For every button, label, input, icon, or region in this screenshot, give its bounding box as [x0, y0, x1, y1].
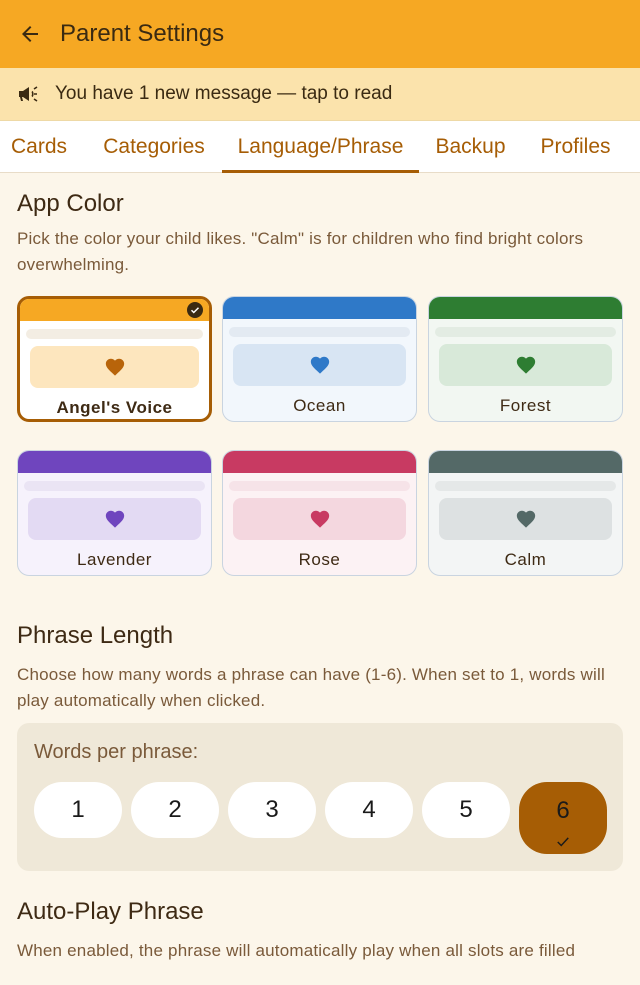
theme-preview-panel	[439, 498, 612, 540]
theme-option-calm[interactable]: Calm	[428, 450, 623, 576]
tab-categories[interactable]: Categories	[93, 121, 215, 173]
word-count-option-6[interactable]: 6	[519, 782, 607, 854]
word-count-option-5[interactable]: 5	[422, 782, 510, 838]
word-count-option-1[interactable]: 1	[34, 782, 122, 838]
new-message-banner[interactable]: You have 1 new message — tap to read	[0, 68, 640, 121]
theme-option-lavender[interactable]: Lavender	[17, 450, 212, 576]
theme-preview-panel	[30, 346, 199, 388]
word-count-value: 4	[362, 796, 376, 823]
theme-preview-line	[26, 329, 203, 339]
tab-language-phrase[interactable]: Language/Phrase	[222, 121, 419, 173]
banner-text: You have 1 new message — tap to read	[55, 83, 393, 104]
auto-play-description: When enabled, the phrase will automatica…	[17, 941, 576, 960]
word-count-option-3[interactable]: 3	[228, 782, 316, 838]
megaphone-icon	[16, 81, 42, 107]
theme-preview-line	[229, 327, 410, 337]
words-per-phrase-box: Words per phrase: 1 2 3 4 5 6	[17, 723, 623, 871]
check-circle-icon	[187, 302, 203, 318]
theme-label: Angel's Voice	[56, 398, 173, 417]
word-count-value: 5	[459, 796, 473, 823]
check-icon	[556, 827, 570, 847]
theme-preview-bar	[20, 299, 209, 321]
theme-option-rose[interactable]: Rose	[222, 450, 417, 576]
app-bar: Parent Settings	[0, 0, 640, 68]
theme-label: Rose	[298, 550, 341, 569]
theme-label: Forest	[499, 396, 552, 415]
theme-preview-panel	[439, 344, 612, 386]
theme-preview-bar	[223, 297, 416, 319]
theme-option-ocean[interactable]: Ocean	[222, 296, 417, 422]
auto-play-title: Auto-Play Phrase	[17, 898, 204, 925]
theme-preview-line	[24, 481, 205, 491]
heart-icon	[310, 510, 329, 528]
theme-preview-panel	[233, 344, 406, 386]
app-color-title: App Color	[17, 190, 124, 217]
theme-preview-bar	[18, 451, 211, 473]
page-title: Parent Settings	[60, 20, 225, 47]
word-count-value: 3	[265, 796, 279, 823]
word-count-option-4[interactable]: 4	[325, 782, 413, 838]
heart-icon	[516, 510, 535, 528]
tab-profiles[interactable]: Profiles	[529, 121, 622, 173]
theme-preview-panel	[233, 498, 406, 540]
theme-preview-line	[435, 481, 616, 491]
tab-bar: Cards Categories Language/Phrase Backup …	[0, 121, 640, 173]
theme-label: Lavender	[77, 550, 152, 569]
back-button[interactable]	[0, 0, 60, 68]
phrase-length-title: Phrase Length	[17, 622, 174, 649]
theme-preview-bar	[223, 451, 416, 473]
theme-preview-line	[229, 481, 410, 491]
word-count-value: 1	[71, 796, 85, 823]
theme-label: Calm	[504, 550, 547, 569]
arrow-left-icon	[22, 26, 38, 42]
heart-icon	[105, 510, 124, 528]
theme-preview-bar	[429, 451, 622, 473]
word-count-value: 2	[168, 796, 182, 823]
theme-label: Ocean	[293, 396, 346, 415]
word-count-value: 6	[556, 797, 570, 824]
app-color-description: Pick the color your child likes. "Calm" …	[17, 229, 584, 274]
word-count-option-2[interactable]: 2	[131, 782, 219, 838]
theme-preview-bar	[429, 297, 622, 319]
tab-cards[interactable]: Cards	[0, 121, 78, 173]
theme-option-forest[interactable]: Forest	[428, 296, 623, 422]
theme-option-angel-s-voice[interactable]: Angel's Voice	[17, 296, 212, 422]
heart-icon	[516, 356, 535, 374]
tab-backup[interactable]: Backup	[426, 121, 515, 173]
words-per-phrase-label: Words per phrase:	[34, 741, 199, 763]
theme-preview-panel	[28, 498, 201, 540]
heart-icon	[105, 358, 124, 376]
heart-icon	[310, 356, 329, 374]
phrase-length-description: Choose how many words a phrase can have …	[17, 665, 605, 710]
theme-preview-line	[435, 327, 616, 337]
